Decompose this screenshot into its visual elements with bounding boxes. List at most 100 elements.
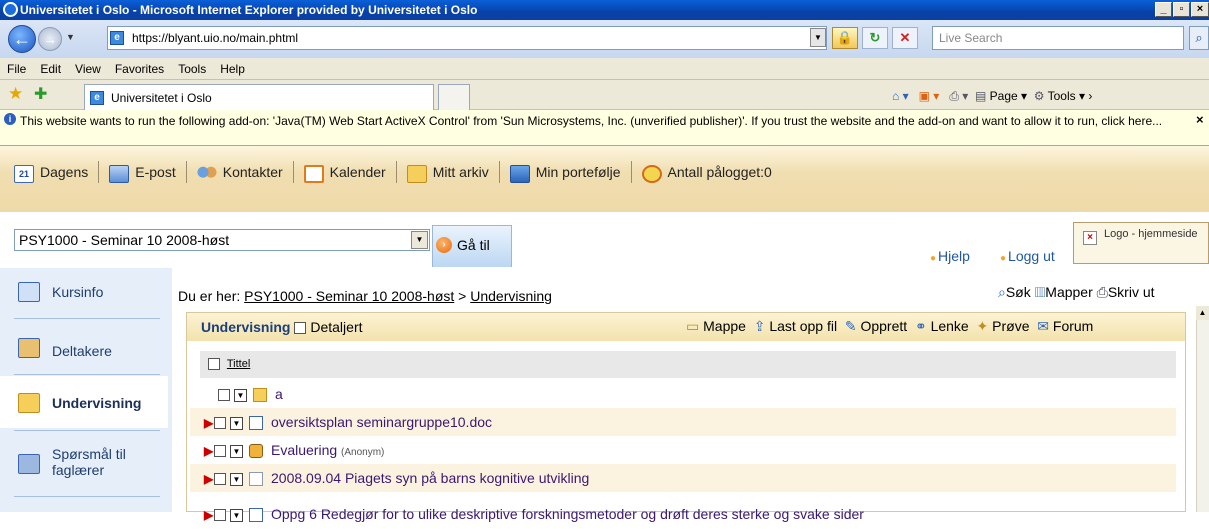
create-label: Opprett (860, 318, 908, 334)
search-icon[interactable]: ⌕ (1189, 26, 1209, 50)
vertical-scrollbar[interactable] (1196, 306, 1209, 512)
title-column-header[interactable]: Tittel (227, 358, 250, 370)
chevron-down-icon[interactable]: ▼ (230, 444, 243, 458)
nav-portefolje[interactable]: Min portefølje (509, 159, 621, 185)
feeds-icon[interactable]: ▣ ▾ (919, 89, 940, 103)
course-select[interactable]: PSY1000 - Seminar 10 2008-høst (14, 229, 430, 251)
contacts-icon (196, 164, 217, 183)
mail-icon (109, 164, 130, 183)
scroll-up-icon[interactable]: ▲ (1196, 306, 1209, 320)
divider (14, 374, 160, 375)
refresh-button[interactable]: ↻ (862, 27, 888, 49)
infobar-text[interactable]: This website wants to run the following … (20, 114, 1162, 128)
menu-view[interactable]: View (68, 62, 108, 76)
word-document-icon (249, 508, 263, 523)
sidebar-item-undervisning[interactable]: Undervisning (0, 376, 168, 428)
breadcrumb-course-link[interactable]: PSY1000 - Seminar 10 2008-høst (244, 288, 454, 304)
add-favorite-icon[interactable]: ✚ (34, 84, 47, 104)
print-icon[interactable]: ⎙ ▾ (949, 89, 968, 103)
table-row[interactable]: ▶ ▼ 2008.09.04 Piagets syn på barns kognit… (190, 464, 1176, 492)
nav-dagens[interactable]: 21 Dagens (14, 159, 88, 185)
folder-icon (253, 388, 267, 403)
item-link[interactable]: a (275, 386, 283, 402)
item-link[interactable]: 2008.09.04 Piagets syn på barns kognitiv… (271, 470, 589, 486)
row-checkbox[interactable] (218, 389, 230, 402)
create-button[interactable]: ✎ Opprett (845, 318, 907, 334)
tools-menu[interactable]: Tools (1048, 89, 1076, 103)
link-button[interactable]: ⚭ Lenke (915, 318, 969, 334)
forum-button[interactable]: ✉ Forum (1037, 318, 1093, 334)
window-title: Universitetet i Oslo - Microsoft Interne… (0, 0, 1209, 20)
new-folder-button[interactable]: ▭ Mappe (686, 318, 746, 334)
search-input[interactable]: Live Search (932, 26, 1184, 50)
nav-online-count[interactable]: Antall pålogget:0 (641, 159, 772, 185)
menu-tools[interactable]: Tools (171, 62, 213, 76)
tab-universitetet[interactable]: Universitetet i Oslo (84, 84, 434, 110)
table-row[interactable]: ▶ ▼ oversiktsplan seminargruppe10.doc (190, 408, 1176, 436)
mapper-link[interactable]: ▥Mapper (1035, 284, 1093, 300)
menu-edit[interactable]: Edit (33, 62, 68, 76)
forward-button[interactable]: → (38, 27, 62, 51)
mapper-label: Mapper (1045, 284, 1093, 300)
bullet-icon: ● (930, 253, 937, 264)
row-checkbox[interactable] (214, 417, 226, 430)
back-button[interactable]: ← (8, 25, 36, 53)
calendar-day-icon: 21 (14, 164, 34, 183)
minimize-button[interactable]: _ (1155, 2, 1172, 17)
chevron-down-icon[interactable]: ▼ (230, 416, 243, 430)
infobar-close-icon[interactable]: × (1196, 112, 1204, 127)
menu-file[interactable]: File (0, 62, 33, 76)
new-tab-button[interactable] (438, 84, 470, 110)
top-navigation: 21 Dagens E-post Kontakter Kalender Mitt arki… (14, 158, 772, 185)
favorites-center-icon[interactable]: ★ (8, 84, 23, 104)
divider (185, 161, 187, 184)
new-flag-icon: ▶ (204, 444, 214, 458)
information-bar[interactable]: This website wants to run the following … (0, 110, 1209, 146)
test-label: Prøve (992, 318, 1030, 334)
nav-epost[interactable]: E-post (109, 159, 176, 185)
select-all-checkbox[interactable] (208, 358, 220, 371)
sidebar-item-label: Undervisning (52, 395, 142, 411)
stop-button[interactable]: ✕ (892, 27, 918, 49)
row-checkbox[interactable] (214, 473, 226, 486)
item-link[interactable]: Evaluering (271, 442, 337, 458)
sidebar-item-sporsmal[interactable]: Spørsmål til faglærer (0, 430, 168, 500)
nav-kontakter[interactable]: Kontakter (196, 159, 283, 185)
chevron-down-icon[interactable]: ▼ (411, 231, 428, 249)
breadcrumb-current-link[interactable]: Undervisning (470, 288, 552, 304)
chevron-down-icon[interactable]: ▼ (230, 472, 243, 486)
chevron-down-icon[interactable]: ▼ (230, 508, 243, 522)
test-button[interactable]: ✦ Prøve (977, 318, 1030, 334)
row-checkbox[interactable] (214, 445, 226, 458)
item-link[interactable]: oversiktsplan seminargruppe10.doc (271, 414, 492, 430)
row-checkbox[interactable] (214, 509, 226, 522)
table-row[interactable]: ▶ ▼ Oppg 6 Redegjør for to ulike deskripti… (190, 500, 1176, 528)
page-menu[interactable]: Page (990, 89, 1018, 103)
table-row[interactable]: ▶ ▼ Evaluering (Anonym) (190, 436, 1176, 464)
chevron-down-icon[interactable]: ▼ (234, 388, 247, 402)
help-link[interactable]: ● Hjelp (930, 248, 970, 264)
address-dropdown-icon[interactable]: ▼ (810, 28, 826, 47)
detaljert-checkbox[interactable] (294, 322, 307, 335)
folder-icon (18, 393, 40, 413)
maximize-button[interactable]: ▫ (1173, 2, 1190, 17)
menu-favorites[interactable]: Favorites (108, 62, 171, 76)
bullet-icon: ● (1000, 253, 1007, 264)
item-link[interactable]: Oppg 6 Redegjør for to ulike deskriptive… (271, 506, 864, 522)
menu-help[interactable]: Help (213, 62, 252, 76)
recent-pages-dropdown-icon[interactable]: ▼ (66, 32, 75, 42)
logo-alt-text[interactable]: Logo - hjemmeside (1104, 228, 1204, 258)
print-link[interactable]: ⎙Skriv ut (1097, 284, 1155, 300)
divider (498, 161, 500, 184)
home-icon[interactable]: ⌂ ▾ (892, 89, 909, 103)
logout-link[interactable]: ● Logg ut (1000, 248, 1055, 264)
go-arrow-icon: › (436, 237, 452, 253)
sok-link[interactable]: ⌕Søk (998, 284, 1031, 300)
address-input[interactable]: https://blyant.uio.no/main.phtml (107, 26, 827, 50)
security-lock-icon[interactable]: 🔒 (832, 27, 858, 49)
upload-file-button[interactable]: ⇪ Last opp fil (754, 318, 837, 334)
close-button[interactable]: × (1191, 2, 1209, 17)
table-row[interactable]: ▼ a (190, 380, 1176, 408)
nav-mitt-arkiv[interactable]: Mitt arkiv (406, 159, 489, 185)
nav-kalender[interactable]: Kalender (303, 159, 386, 185)
